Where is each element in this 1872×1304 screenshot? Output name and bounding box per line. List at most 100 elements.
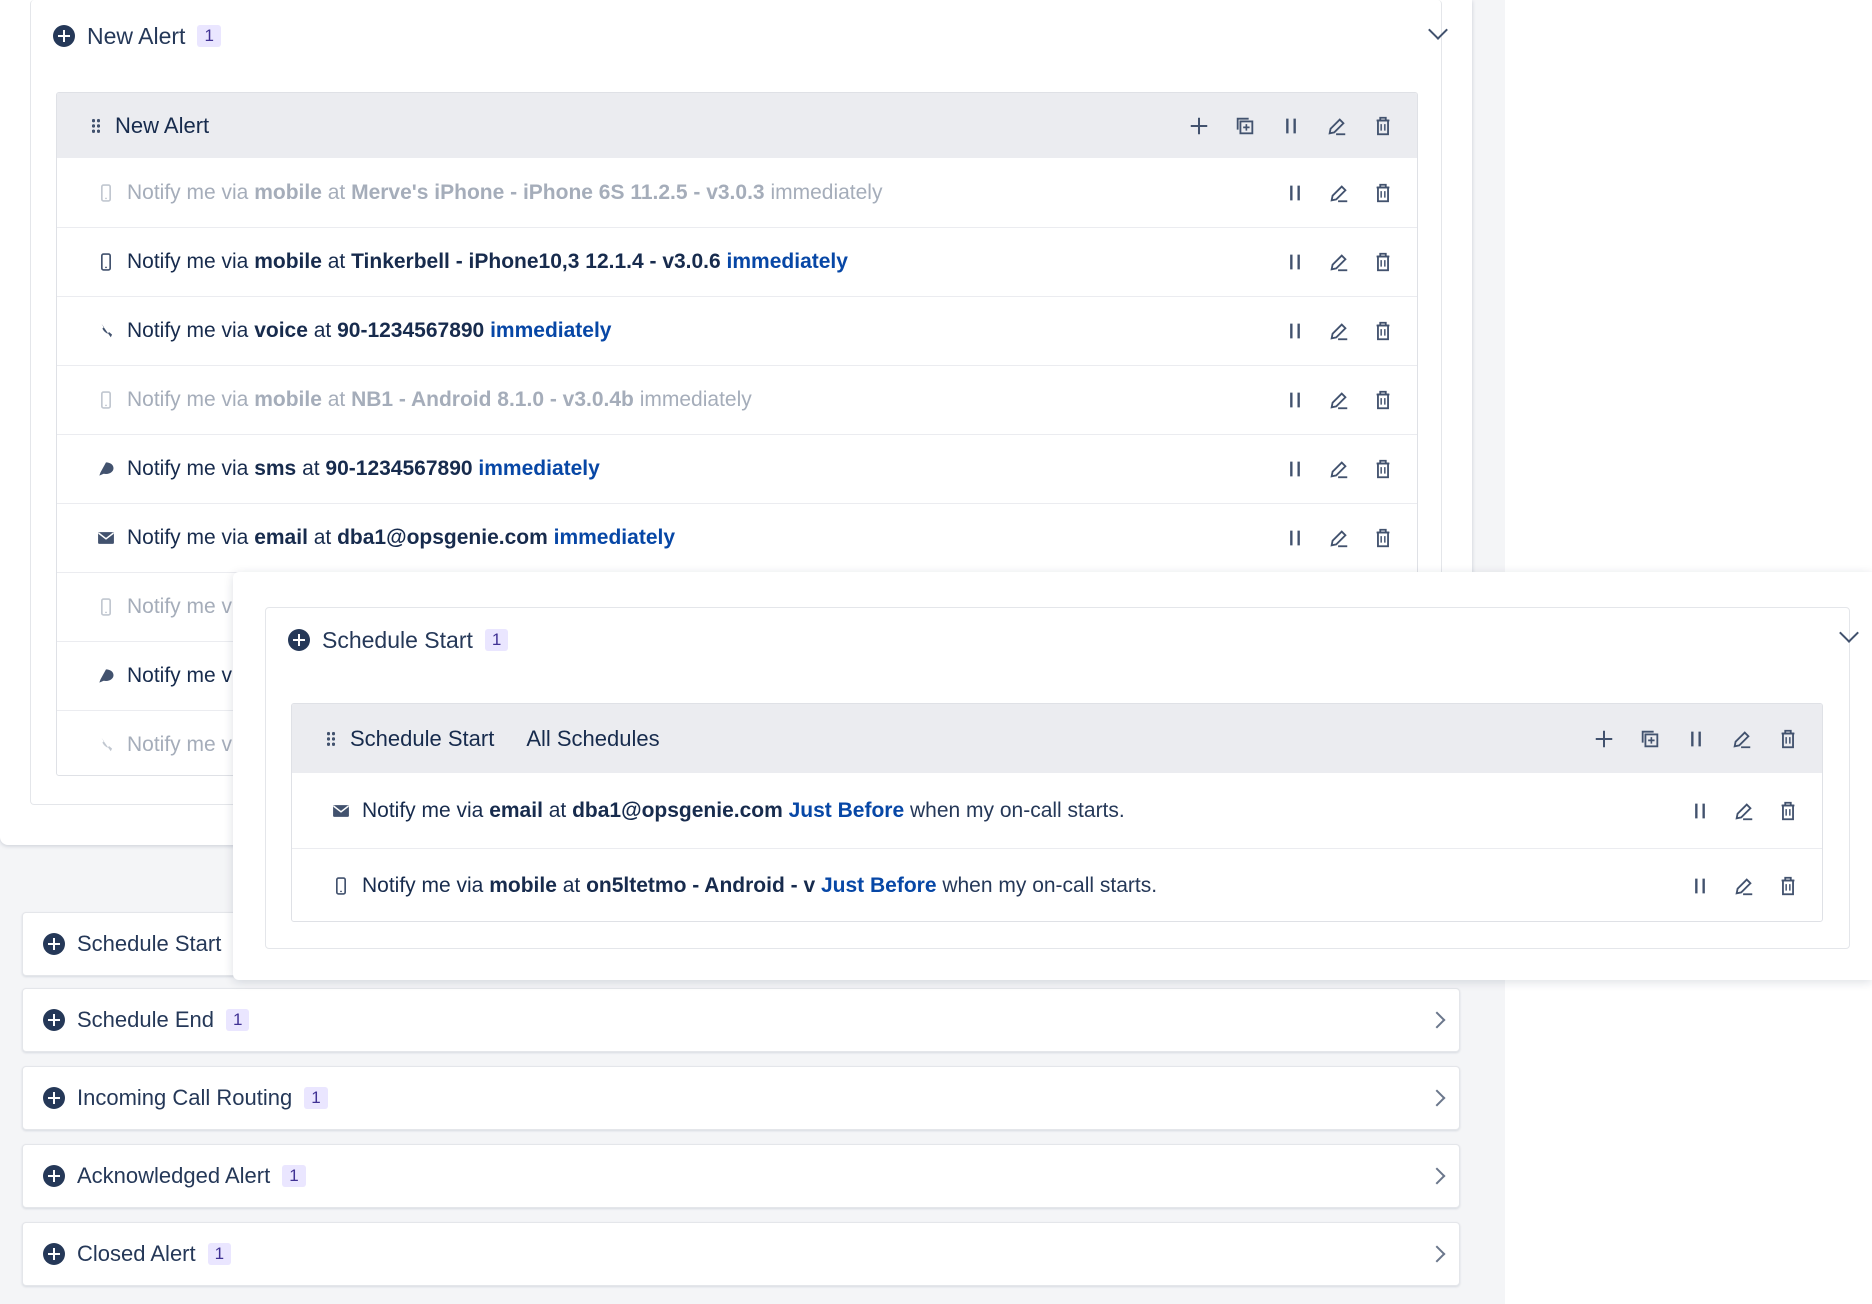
rule-row[interactable]: Notify me via email at dba1@opsgenie.com… xyxy=(57,503,1417,572)
trash-icon[interactable] xyxy=(1371,319,1395,343)
drag-handle-icon[interactable] xyxy=(326,730,336,747)
section-schedule-end[interactable]: Schedule End 1 xyxy=(22,988,1460,1052)
pause-icon[interactable] xyxy=(1279,114,1303,138)
group-title: New Alert xyxy=(115,112,210,138)
rule-row[interactable]: Notify me via sms at 90-1234567890 immed… xyxy=(57,434,1417,503)
section-closed-alert[interactable]: Closed Alert 1 xyxy=(22,1222,1460,1286)
new-alert-section-header[interactable]: New Alert 1 xyxy=(53,18,221,54)
trash-icon[interactable] xyxy=(1371,181,1395,205)
trash-icon[interactable] xyxy=(1776,727,1800,751)
rule-text: Notify me via mobile at NB1 - Android 8.… xyxy=(127,388,752,411)
trash-icon[interactable] xyxy=(1371,457,1395,481)
rule-target: NB1 - Android 8.1.0 - v3.0.4b xyxy=(351,388,634,411)
add-circle-icon[interactable] xyxy=(53,25,75,47)
chevron-right-icon[interactable] xyxy=(1428,1245,1446,1263)
copy-icon[interactable] xyxy=(1638,727,1662,751)
section-header: Schedule Start xyxy=(43,913,221,975)
edit-icon[interactable] xyxy=(1730,727,1754,751)
chevron-right-icon[interactable] xyxy=(1428,1011,1446,1029)
mobile-icon xyxy=(95,251,117,273)
mobile-icon xyxy=(95,596,117,618)
pause-icon[interactable] xyxy=(1283,250,1307,274)
rule-timing: immediately xyxy=(639,388,752,411)
rule-text: Notify me via mobile at on5ltetmo - Andr… xyxy=(362,874,1158,897)
count-badge: 1 xyxy=(207,1242,232,1266)
pause-icon[interactable] xyxy=(1283,457,1307,481)
rule-target: dba1@opsgenie.com xyxy=(337,526,548,549)
rule-text: Notify me via sms at 90-1234567890 immed… xyxy=(127,457,600,480)
group-toolbar xyxy=(1187,93,1395,158)
edit-icon[interactable] xyxy=(1327,250,1351,274)
edit-icon[interactable] xyxy=(1732,874,1756,898)
trash-icon[interactable] xyxy=(1371,250,1395,274)
section-title: Schedule End xyxy=(77,1007,214,1032)
copy-icon[interactable] xyxy=(1233,114,1257,138)
pause-icon[interactable] xyxy=(1688,874,1712,898)
section-acknowledged-alert[interactable]: Acknowledged Alert 1 xyxy=(22,1144,1460,1208)
pause-icon[interactable] xyxy=(1283,181,1307,205)
add-circle-icon[interactable] xyxy=(288,629,310,651)
rule-row[interactable]: Notify me via email at dba1@opsgenie.com… xyxy=(292,773,1822,848)
rule-target: dba1@opsgenie.com xyxy=(572,798,783,822)
add-icon[interactable] xyxy=(1592,727,1616,751)
mobile-icon xyxy=(330,875,352,897)
count-badge: 1 xyxy=(226,1008,250,1032)
add-circle-icon[interactable] xyxy=(43,1087,65,1109)
rule-row[interactable]: Notify me via mobile at NB1 - Android 8.… xyxy=(57,365,1417,434)
rule-timing: Just Before xyxy=(820,874,937,897)
edit-icon[interactable] xyxy=(1327,457,1351,481)
rule-toolbar xyxy=(1283,228,1395,296)
add-circle-icon[interactable] xyxy=(43,1243,65,1265)
rule-row[interactable]: Notify me via mobile at Tinkerbell - iPh… xyxy=(57,227,1417,296)
rule-text: Notify me via mobile at Tinkerbell - iPh… xyxy=(127,250,848,273)
section-header: Schedule End 1 xyxy=(43,989,250,1051)
rule-target: 90-1234567890 xyxy=(325,457,473,480)
chevron-right-icon[interactable] xyxy=(1428,1167,1446,1185)
pause-icon[interactable] xyxy=(1283,319,1307,343)
section-title: New Alert xyxy=(87,22,186,49)
add-icon[interactable] xyxy=(1187,114,1211,138)
rule-text: Notify me via voice at 90-1234567890 imm… xyxy=(127,319,612,342)
rule-target: Tinkerbell - iPhone10,3 12.1.4 - v3.0.6 xyxy=(351,250,721,273)
rule-toolbar xyxy=(1283,297,1395,365)
pause-icon[interactable] xyxy=(1283,526,1307,550)
schedule-start-section-header[interactable]: Schedule Start 1 xyxy=(288,622,509,658)
pause-icon[interactable] xyxy=(1684,727,1708,751)
edit-icon[interactable] xyxy=(1327,319,1351,343)
rule-row[interactable]: Notify me via mobile at Merve's iPhone -… xyxy=(57,158,1417,227)
envelope-icon xyxy=(330,800,352,822)
rule-row[interactable]: Notify me via voice at 90-1234567890 imm… xyxy=(57,296,1417,365)
chevron-down-icon[interactable] xyxy=(1428,20,1448,40)
section-header: Closed Alert 1 xyxy=(43,1223,232,1285)
trash-icon[interactable] xyxy=(1776,799,1800,823)
trash-icon[interactable] xyxy=(1371,114,1395,138)
pause-icon[interactable] xyxy=(1688,799,1712,823)
edit-icon[interactable] xyxy=(1327,388,1351,412)
trash-icon[interactable] xyxy=(1371,526,1395,550)
add-circle-icon[interactable] xyxy=(43,1165,65,1187)
rule-timing: Just Before xyxy=(788,798,905,822)
add-circle-icon[interactable] xyxy=(43,933,65,955)
schedule-start-card: Schedule Start 1 Schedule Start All Sche… xyxy=(265,607,1859,949)
rule-timing: immediately xyxy=(478,457,600,480)
edit-icon[interactable] xyxy=(1325,114,1349,138)
edit-icon[interactable] xyxy=(1732,799,1756,823)
drag-handle-icon[interactable] xyxy=(91,117,101,134)
rule-target: 90-1234567890 xyxy=(337,319,485,342)
rule-row[interactable]: Notify me via mobile at on5ltetmo - Andr… xyxy=(292,848,1822,921)
section-incoming-call-routing[interactable]: Incoming Call Routing 1 xyxy=(22,1066,1460,1130)
rule-timing: immediately xyxy=(726,250,848,273)
edit-icon[interactable] xyxy=(1327,181,1351,205)
trash-icon[interactable] xyxy=(1371,388,1395,412)
pause-icon[interactable] xyxy=(1283,388,1307,412)
add-circle-icon[interactable] xyxy=(43,1009,65,1031)
trash-icon[interactable] xyxy=(1776,874,1800,898)
section-title: Incoming Call Routing xyxy=(77,1085,293,1110)
count-badge: 1 xyxy=(304,1086,328,1110)
group-toolbar xyxy=(1592,704,1800,773)
group-header: New Alert xyxy=(57,93,1417,158)
chevron-right-icon[interactable] xyxy=(1428,1089,1446,1107)
rule-target: Merve's iPhone - iPhone 6S 11.2.5 - v3.0… xyxy=(351,180,765,204)
chevron-down-icon[interactable] xyxy=(1839,623,1859,643)
edit-icon[interactable] xyxy=(1327,526,1351,550)
